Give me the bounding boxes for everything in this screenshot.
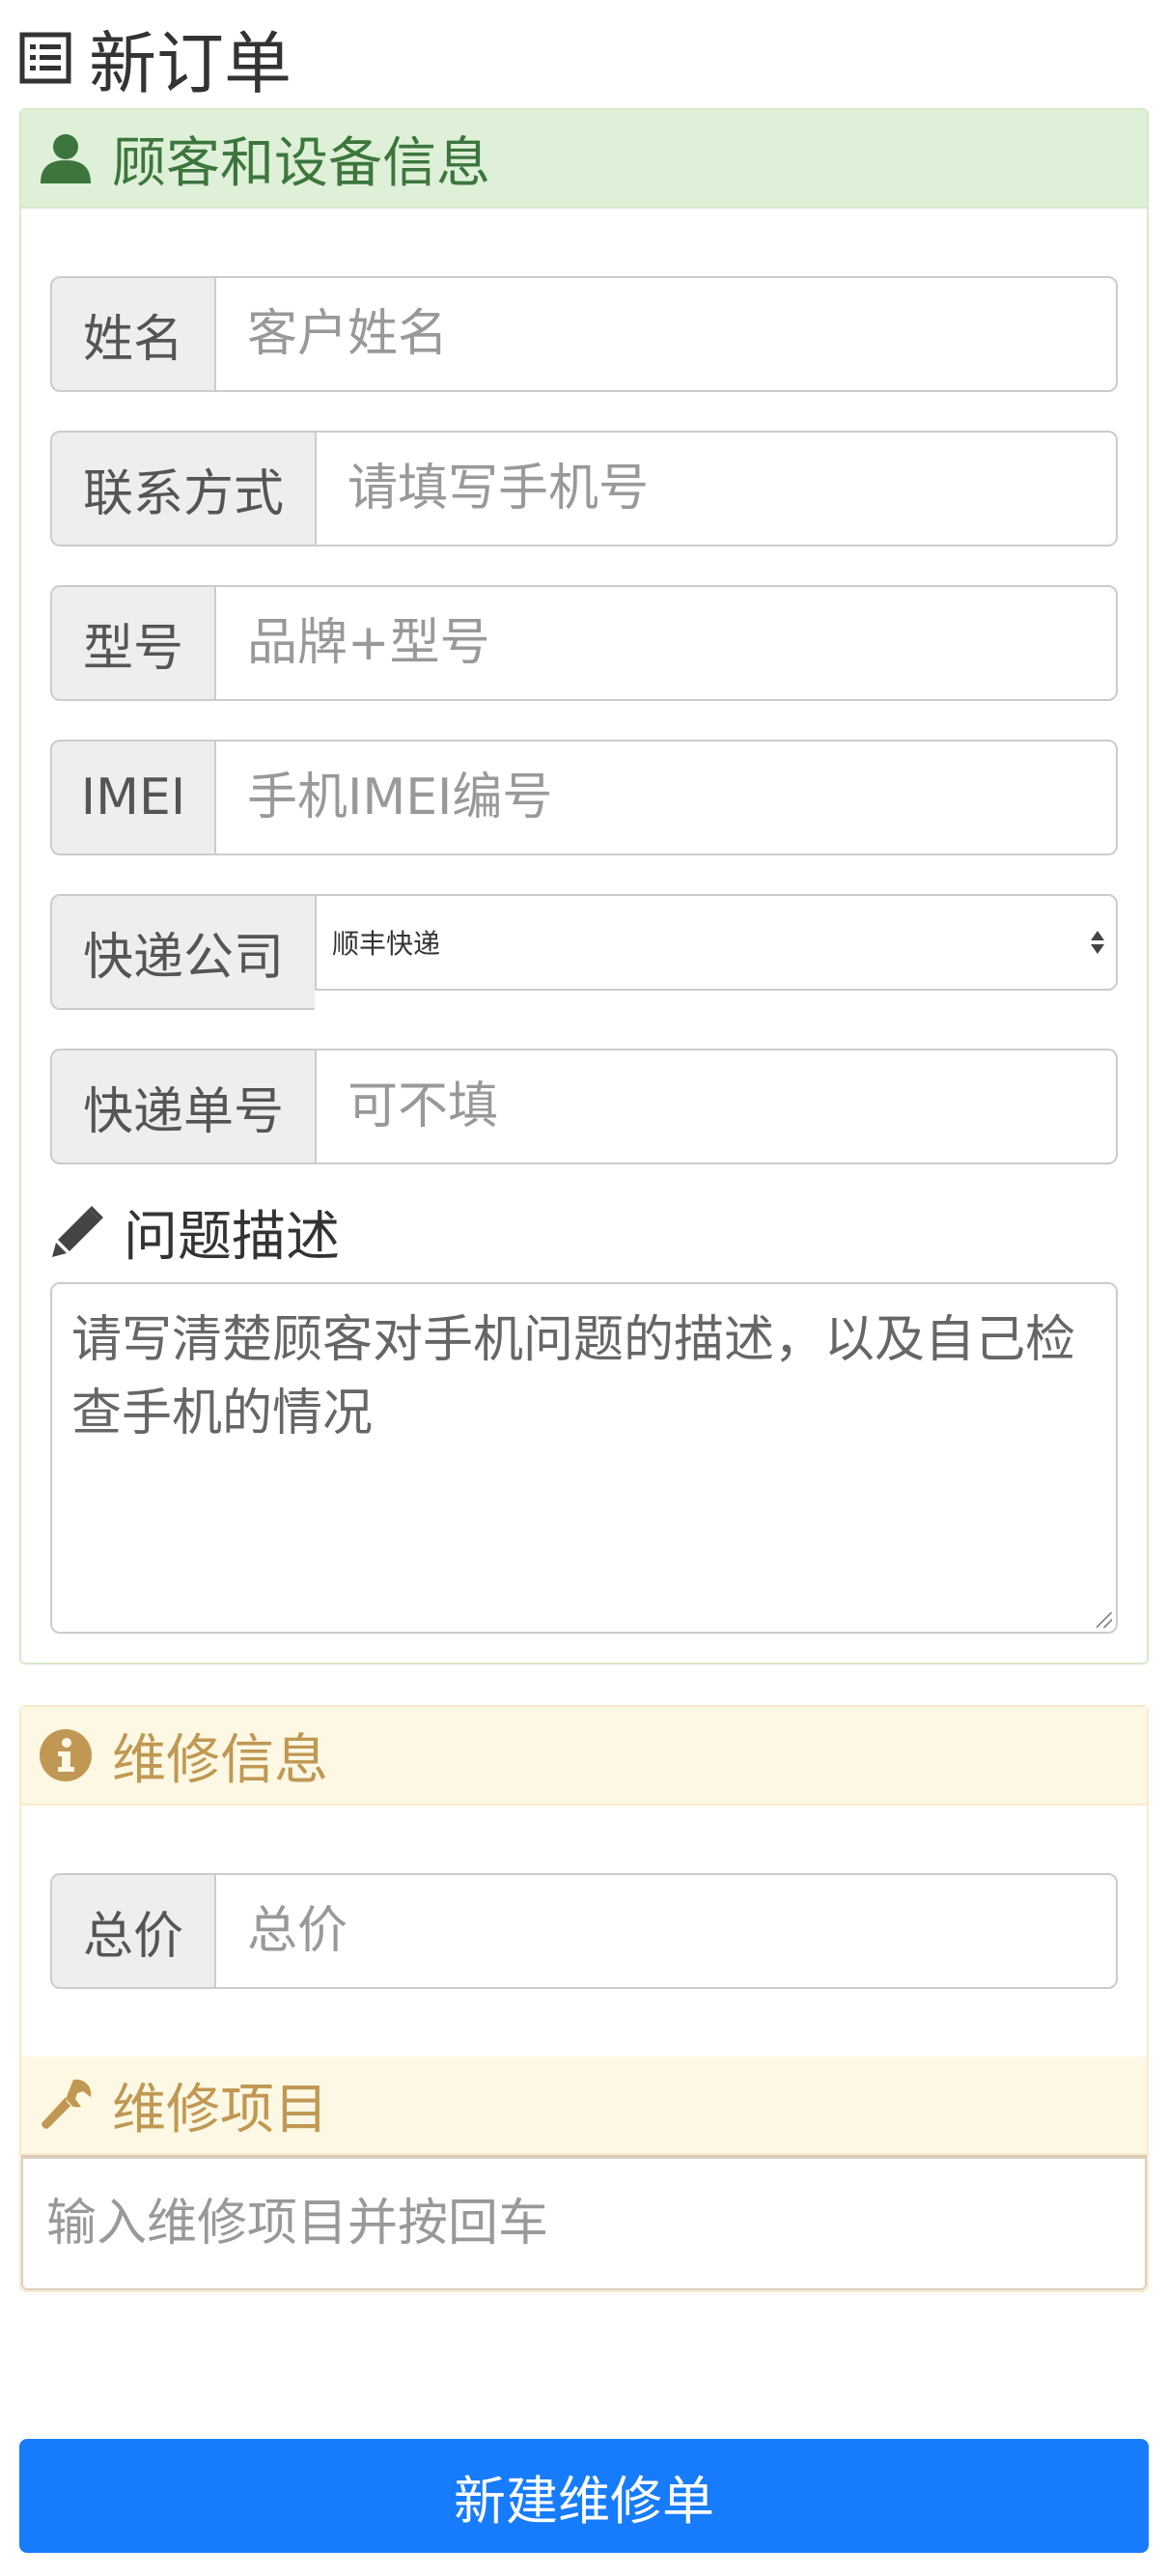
page-title: 新订单	[19, 0, 1149, 108]
customer-panel-body: 姓名 联系方式 型号 IMEI 快递公司 顺丰快递	[21, 209, 1147, 1663]
repair-items-input[interactable]	[21, 2155, 1147, 2290]
model-input[interactable]	[214, 585, 1118, 701]
imei-label: IMEI	[50, 740, 214, 855]
repair-items-title: 维修项目	[112, 2078, 328, 2142]
page: 新订单 顾客和设备信息 姓名 联系方式 型号 IM	[0, 0, 1168, 2576]
repair-items-heading: 维修项目	[21, 2057, 1147, 2155]
customer-panel: 顾客和设备信息 姓名 联系方式 型号 IMEI 快递公司	[19, 108, 1149, 1665]
courier-group: 快递公司 顺丰快递	[50, 894, 1118, 1010]
repair-panel: 维修信息 总价 维修项目	[19, 1705, 1149, 2292]
imei-input[interactable]	[214, 740, 1118, 855]
list-icon	[19, 32, 71, 84]
courier-select[interactable]: 顺丰快递	[315, 894, 1118, 991]
contact-label: 联系方式	[50, 431, 315, 546]
resize-grip-icon[interactable]	[1097, 1612, 1112, 1628]
tracking-label: 快递单号	[50, 1049, 315, 1164]
user-icon	[41, 134, 91, 183]
repair-panel-heading: 维修信息	[21, 1707, 1147, 1806]
customer-panel-title: 顾客和设备信息	[112, 131, 490, 195]
contact-input[interactable]	[315, 431, 1118, 546]
wrench-icon	[42, 2079, 92, 2129]
repair-panel-body: 总价	[21, 1806, 1147, 2057]
name-group: 姓名	[50, 276, 1118, 392]
tracking-input[interactable]	[315, 1049, 1118, 1164]
pencil-icon	[52, 1206, 103, 1257]
name-label: 姓名	[50, 276, 214, 392]
tracking-group: 快递单号	[50, 1049, 1118, 1164]
total-label: 总价	[50, 1873, 214, 1989]
total-input[interactable]	[214, 1873, 1118, 1989]
total-group: 总价	[50, 1873, 1118, 1989]
courier-selected-value: 顺丰快递	[332, 928, 441, 960]
repair-panel-title: 维修信息	[112, 1728, 328, 1792]
info-circle-icon	[40, 1729, 92, 1781]
customer-panel-heading: 顾客和设备信息	[21, 110, 1147, 209]
description-label-text: 问题描述	[124, 1205, 340, 1269]
description-textarea[interactable]: 请写清楚顾客对手机问题的描述，以及自己检查手机的情况	[50, 1282, 1118, 1634]
contact-group: 联系方式	[50, 431, 1118, 546]
page-title-text: 新订单	[89, 23, 292, 103]
select-arrows-icon	[1091, 931, 1104, 954]
create-order-button[interactable]: 新建维修单	[19, 2439, 1149, 2553]
courier-label: 快递公司	[50, 894, 315, 1010]
model-group: 型号	[50, 585, 1118, 701]
description-label: 问题描述	[50, 1193, 1118, 1271]
name-input[interactable]	[214, 276, 1118, 392]
imei-group: IMEI	[50, 740, 1118, 855]
description-placeholder: 请写清楚顾客对手机问题的描述，以及自己检查手机的情况	[71, 1311, 1076, 1442]
model-label: 型号	[50, 585, 214, 701]
